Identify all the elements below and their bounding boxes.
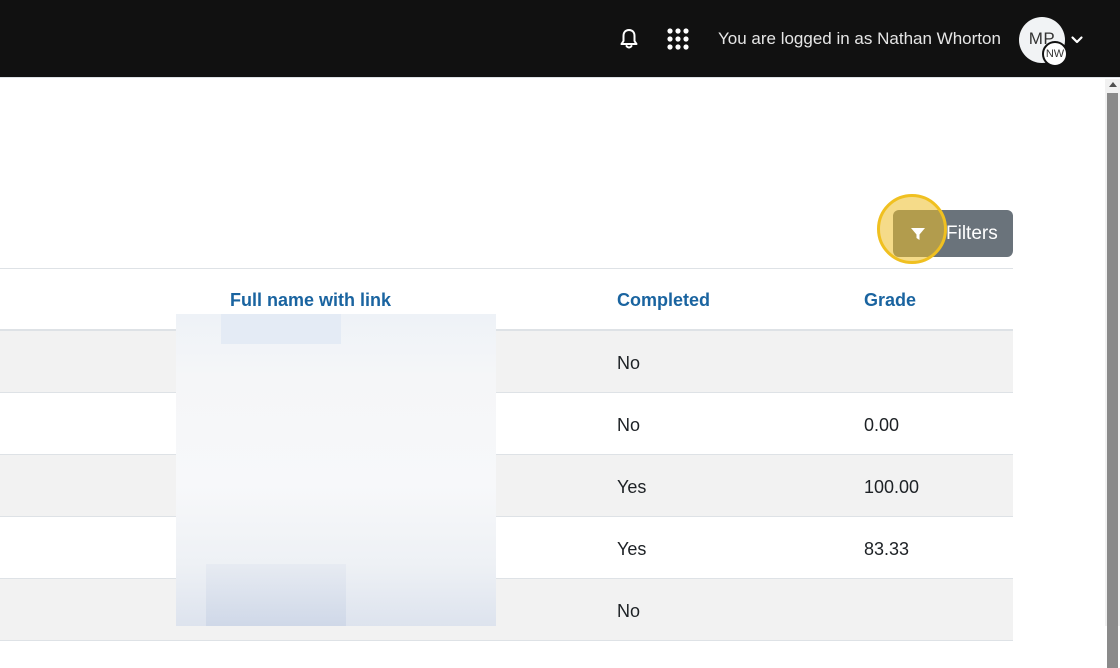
apps-grid-icon[interactable] xyxy=(665,26,691,52)
completed-cell: No xyxy=(617,601,641,621)
user-menu[interactable]: MP NW xyxy=(1019,17,1089,67)
filters-button-label: Filters xyxy=(946,223,998,244)
grade-cell: 0.00 xyxy=(864,415,900,435)
completion-table: Full name with link Completed Grade No N… xyxy=(0,268,1013,641)
chevron-down-icon[interactable] xyxy=(1070,33,1084,47)
column-header-completed[interactable]: Completed xyxy=(617,290,710,311)
column-header-full-name[interactable]: Full name with link xyxy=(230,290,391,311)
completed-cell: No xyxy=(617,353,641,373)
table-header: Full name with link Completed Grade xyxy=(0,268,1013,331)
completed-cell: Yes xyxy=(617,539,647,559)
grade-cell: 83.33 xyxy=(864,539,910,559)
table-row: Yes 83.33 xyxy=(0,517,1013,579)
scroll-up-arrow-icon[interactable] xyxy=(1109,82,1117,87)
filter-icon[interactable] xyxy=(910,226,926,242)
grade-cell: 100.00 xyxy=(864,477,920,497)
redacted-names-overlay xyxy=(176,314,496,626)
redacted-block xyxy=(221,314,341,344)
completed-cell: Yes xyxy=(617,477,647,497)
table-row: Yes 100.00 xyxy=(0,455,1013,517)
redacted-block xyxy=(206,564,346,626)
bell-icon[interactable] xyxy=(616,26,642,52)
logged-in-text: You are logged in as Nathan Whorton xyxy=(718,29,1001,48)
table-row: No xyxy=(0,579,1013,641)
avatar-loginas-badge: NW xyxy=(1042,41,1068,67)
page-scrollbar[interactable] xyxy=(1105,79,1120,668)
top-navbar: You are logged in as Nathan Whorton MP N… xyxy=(0,0,1120,78)
table-row: No 0.00 xyxy=(0,393,1013,455)
completed-cell: No xyxy=(617,415,641,435)
table-row: No xyxy=(0,331,1013,393)
scrollbar-thumb[interactable] xyxy=(1107,93,1118,668)
column-header-grade[interactable]: Grade xyxy=(864,290,916,311)
